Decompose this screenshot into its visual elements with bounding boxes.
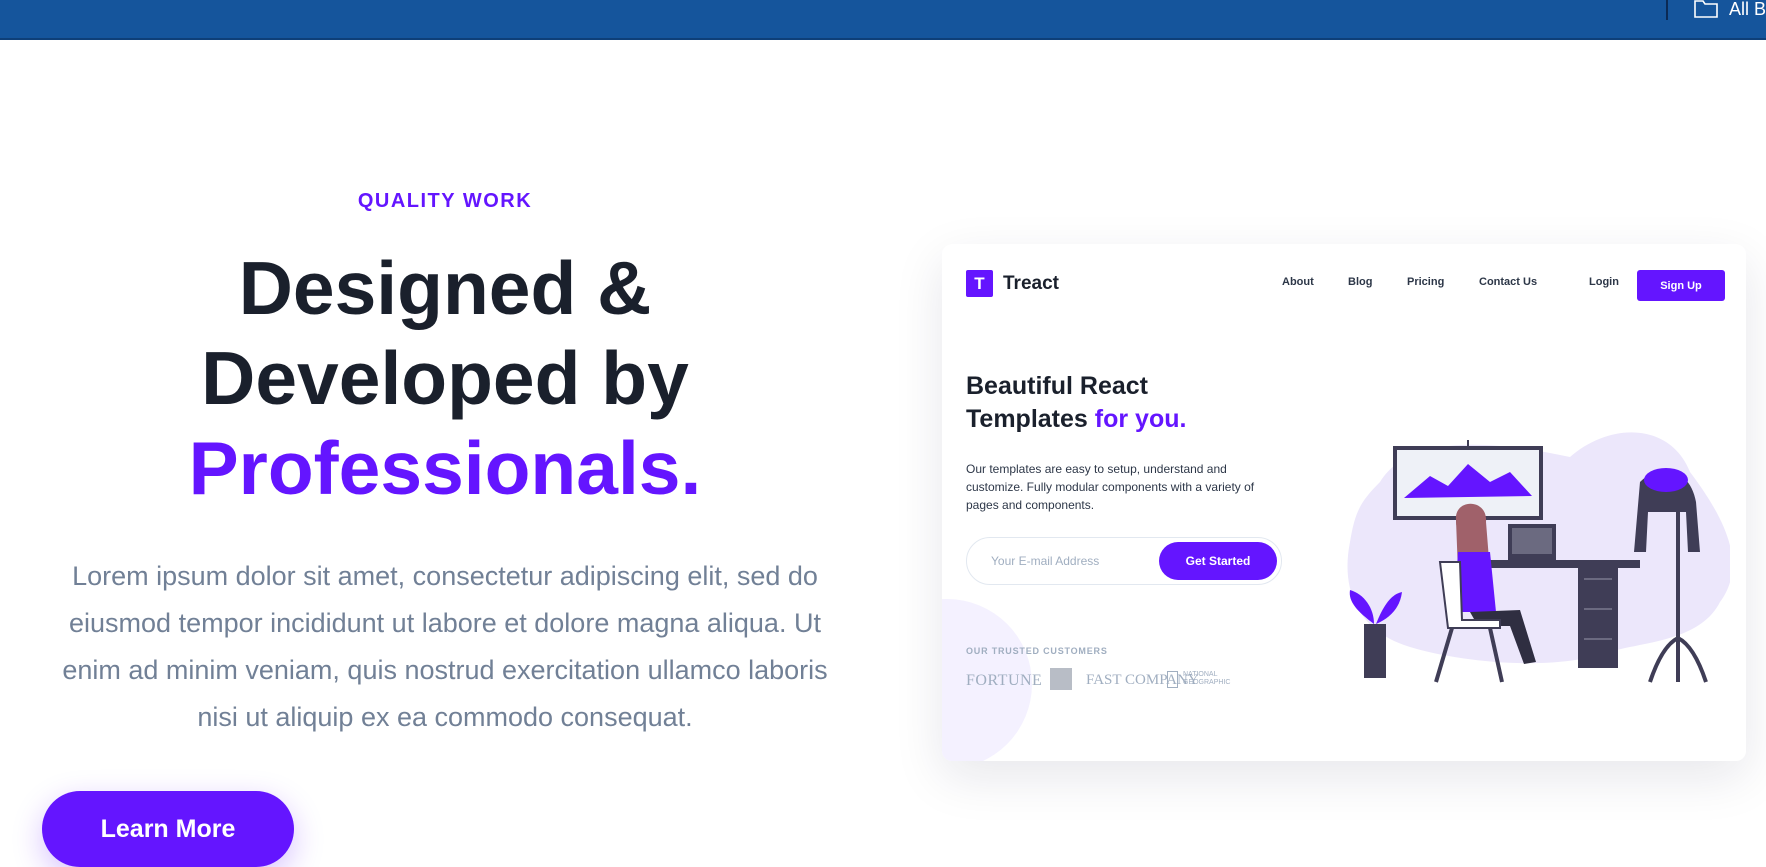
washington-post-logo xyxy=(1050,668,1072,690)
hero-heading-line2: Developed by xyxy=(201,336,689,420)
sign-up-button[interactable]: Sign Up xyxy=(1637,270,1725,301)
desk-drawers xyxy=(1578,568,1618,668)
plant-pot xyxy=(1364,624,1386,678)
email-signup-form: Your E-mail Address Get Started xyxy=(966,537,1282,585)
hero-text: QUALITY WORK Designed & Developed by Pro… xyxy=(40,190,850,741)
preview-title-line1: Beautiful React xyxy=(966,372,1148,400)
folder-icon[interactable] xyxy=(1693,0,1719,18)
drawer-1 xyxy=(1584,578,1612,580)
logo-name: Treact xyxy=(1003,272,1059,294)
drawer-2 xyxy=(1584,608,1612,610)
fortune-logo: FORTUNE xyxy=(966,672,1043,689)
preview-title-line2: Templates xyxy=(966,405,1088,433)
preview-logo[interactable]: T Treact xyxy=(966,270,1059,297)
monitor-screen xyxy=(1512,528,1552,554)
logo-mark: T xyxy=(966,270,993,297)
nat-geo-wordmark: NATIONAL GEOGRAPHIC xyxy=(1183,671,1231,686)
email-input[interactable]: Your E-mail Address xyxy=(991,554,1099,568)
trusted-customers-label: OUR TRUSTED CUSTOMERS xyxy=(966,646,1108,656)
hero-heading-line1: Designed & xyxy=(238,246,652,330)
hero-description: Lorem ipsum dolor sit amet, consectetur … xyxy=(62,561,828,732)
toolbar-separator xyxy=(1666,0,1668,20)
hero-eyebrow: QUALITY WORK xyxy=(357,190,533,212)
nav-link-contact[interactable]: Contact Us xyxy=(1479,276,1537,288)
preview-title: Beautiful React Templates for you. xyxy=(966,370,1186,436)
get-started-button[interactable]: Get Started xyxy=(1159,542,1277,580)
nav-link-pricing[interactable]: Pricing xyxy=(1407,276,1444,288)
browser-bookmarks-bar: All B xyxy=(0,0,1766,40)
preview-title-accent: for you. xyxy=(1094,405,1187,433)
coat-collar xyxy=(1644,468,1688,492)
nav-link-about[interactable]: About xyxy=(1282,276,1314,288)
all-bookmarks-label[interactable]: All B xyxy=(1729,0,1766,18)
nav-link-blog[interactable]: Blog xyxy=(1348,276,1372,288)
nav-link-login[interactable]: Login xyxy=(1589,276,1619,288)
hero-heading: Designed & Developed by Professionals. xyxy=(40,243,850,513)
fast-company-logo: FAST COMPANY xyxy=(1086,672,1199,688)
hero-heading-accent: Professionals. xyxy=(188,426,702,510)
learn-more-button[interactable]: Learn More xyxy=(42,791,294,867)
preview-description: Our templates are easy to setup, underst… xyxy=(966,462,1255,512)
desk-illustration xyxy=(1347,432,1730,683)
desk-top xyxy=(1490,560,1640,568)
template-preview-card: T Treact About Blog Pricing Contact Us L… xyxy=(942,244,1746,761)
nat-geo-frame-icon xyxy=(1167,671,1178,688)
drawer-3 xyxy=(1584,638,1612,640)
